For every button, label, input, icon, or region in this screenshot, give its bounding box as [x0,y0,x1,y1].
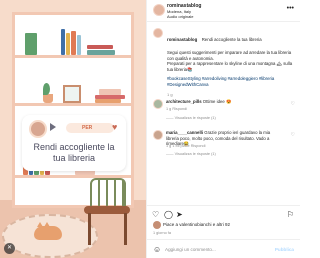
shelf-board [15,103,131,106]
publish-button[interactable]: Pubblica [275,247,294,252]
comment-username[interactable]: maria____cannelli [166,130,203,135]
smiley-icon[interactable]: ☺ [153,245,161,254]
commenter-avatar[interactable] [153,130,163,140]
plant-pot [43,94,53,103]
post-header: rominastablog Modena, Italy Audio origin… [147,0,300,22]
view-replies-link[interactable]: —— Visualizza le risposte (1) [166,116,216,120]
play-icon [50,123,56,131]
post-date[interactable]: 1 giorno fa [153,231,171,235]
card-title: Rendi accogliente la tua libreria [33,142,115,163]
cat-ear [44,222,50,227]
post-actions: ♡ ◯ ➤ ⚐ Piace a valentinobianchi e altri… [147,205,300,258]
comment-meta[interactable]: 1 g 1 Mi piace Rispondi [166,144,205,148]
view-replies-link[interactable]: —— Visualizza le risposte (1) [166,152,216,156]
book [99,89,121,95]
post-media[interactable]: PER ♥ Rendi accogliente la tua libreria … [0,0,146,258]
chair-leg [124,213,127,245]
caption-hashtags[interactable]: #bookcaseStyling #arredoliving #arredole… [167,76,295,87]
heart-icon[interactable]: ♡ [291,101,295,107]
add-comment-bar: ☺ Aggiungi un commento... Pubblica [147,239,300,258]
comment-input[interactable]: Aggiungi un commento... [165,247,216,252]
cat-illustration [34,222,62,240]
likes-summary[interactable]: Piace a valentinobianchi e altri 92 [163,222,230,227]
more-dots-icon[interactable]: ••• [287,5,294,12]
heart-icon[interactable]: ♡ [291,132,295,138]
author-avatar[interactable] [153,4,165,16]
speaker-muted-icon[interactable]: ✕ [4,243,15,254]
book [71,31,76,55]
caption-time: 1 g [167,91,173,97]
title-card: PER ♥ Rendi accogliente la tua libreria [22,115,126,171]
commenter-avatar[interactable] [153,99,163,109]
cat-ear [37,222,43,227]
caption-username[interactable]: rominastablog [167,37,197,42]
heart-icon[interactable]: ♡ [152,210,159,219]
comment-icon[interactable]: ◯ [164,210,173,219]
shelf-board [15,55,131,58]
chair-illustration [90,178,126,208]
book [66,33,70,55]
picture-frame [63,85,81,103]
comment-meta[interactable]: 1 g Rispondi [166,107,187,111]
comment-item: architecture_pills Ottime idee 😍 1 g Ris… [152,99,297,123]
heart-icon: ♥ [112,122,118,132]
comment-item: maria____cannelli Grazie proprio ieri gu… [152,130,297,160]
book [87,45,113,49]
card-tag: PER [66,123,114,133]
caption-text: Rendi accogliente la tua libreria [201,37,262,42]
comment-body: Ottime idee 😍 [202,99,232,104]
post-detail-panel: rominastablog Modena, Italy Audio origin… [146,0,300,258]
liker-avatar[interactable] [153,221,161,229]
book [87,50,115,55]
book [61,29,65,55]
send-icon[interactable]: ➤ [176,210,183,219]
plant-leaf [43,83,50,95]
book [95,99,121,103]
bookmark-icon[interactable]: ⚐ [287,210,294,219]
plant-illustration [25,33,37,55]
caption-avatar[interactable] [153,28,163,38]
book [77,35,81,55]
chair-leg [88,213,91,245]
comment-username[interactable]: architecture_pills [166,99,202,104]
caption-body: Segui questi suggerimenti per imparare a… [167,50,293,72]
post-caption: rominastablog Rendi accogliente la tua l… [167,28,295,97]
audio-label[interactable]: Audio originale [167,14,193,19]
comment-text: architecture_pills Ottime idee 😍 [166,99,284,105]
card-avatar [29,120,47,138]
